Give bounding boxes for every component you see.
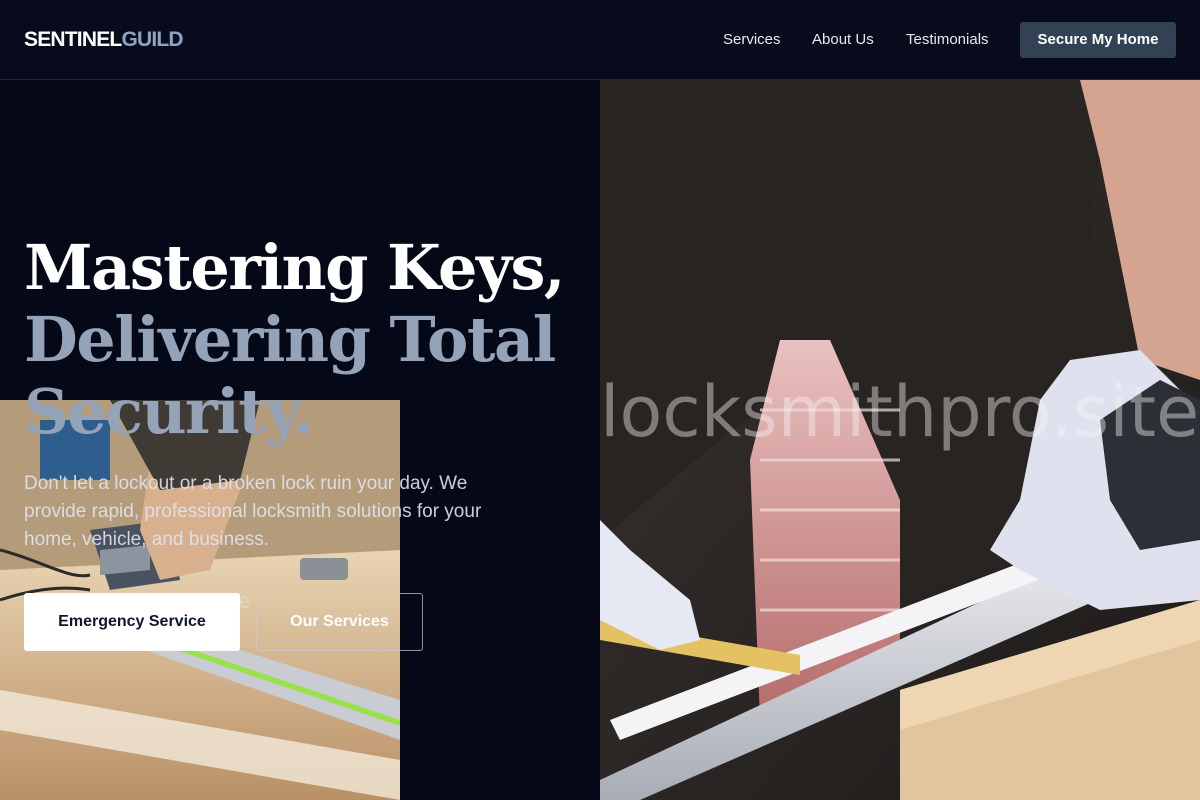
nav-testimonials[interactable]: Testimonials — [906, 31, 989, 48]
our-services-button[interactable]: Our Services — [256, 593, 423, 651]
nav-about-us[interactable]: About Us — [812, 31, 874, 48]
nav-services[interactable]: Services — [723, 31, 781, 48]
site-header: SENTINELGUILD Services About Us Testimon… — [0, 0, 1200, 80]
hero-headline-line3: Security. — [24, 375, 314, 448]
watermark-text: locksmithpro.site — [600, 372, 1200, 452]
emergency-service-button[interactable]: Emergency Service — [24, 593, 240, 651]
hero-headline-line2: Delivering Total — [24, 303, 556, 376]
brand-logo[interactable]: SENTINELGUILD — [24, 28, 184, 52]
secure-my-home-button[interactable]: Secure My Home — [1020, 22, 1176, 58]
brand-logo-part2: GUILD — [121, 28, 183, 51]
hero-headline-line1: Mastering Keys, — [24, 231, 566, 304]
brand-logo-part1: SENTINEL — [24, 28, 122, 51]
hero-headline: Mastering Keys, Delivering Total Securit… — [24, 232, 584, 448]
hero-subtext: Don't let a lockout or a broken lock rui… — [24, 473, 482, 550]
